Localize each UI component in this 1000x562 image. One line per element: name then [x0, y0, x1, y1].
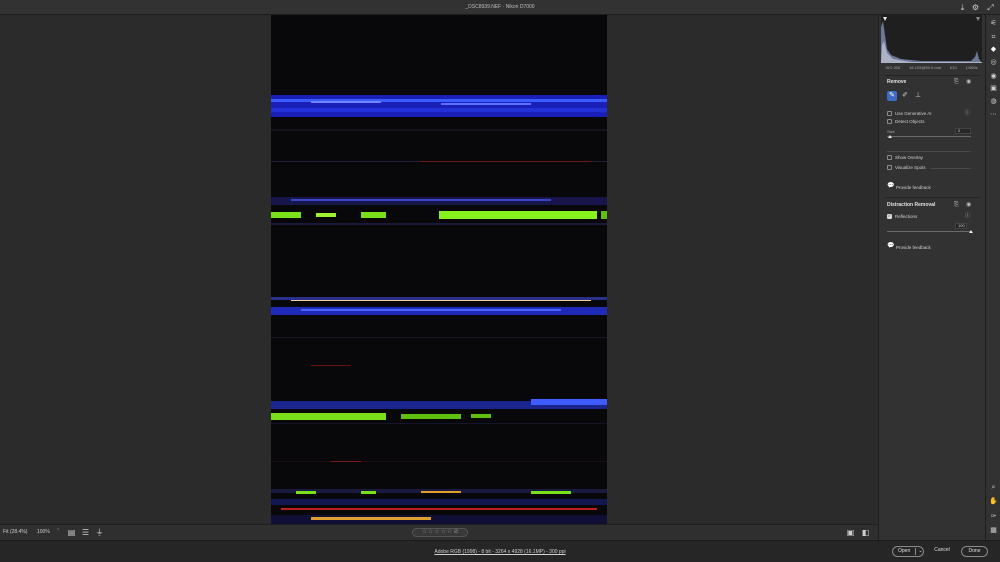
- eye-icon[interactable]: ◉: [966, 79, 971, 85]
- grid-icon[interactable]: ▦: [988, 525, 999, 536]
- masking-icon[interactable]: ◎: [988, 57, 999, 68]
- status-bar: Adobe RGB (1998) - 8 bit - 3264 x 4928 (…: [0, 540, 1000, 562]
- provide-feedback-link[interactable]: Provide feedback: [896, 185, 931, 190]
- chevron-down-icon[interactable]: ⌄: [917, 547, 924, 556]
- edit-icon[interactable]: ⚟: [988, 18, 999, 29]
- divider: [887, 151, 971, 152]
- shutter-value: 1/400s: [965, 65, 978, 70]
- open-button[interactable]: Open ⌄: [892, 546, 924, 557]
- aperture-value: f/10: [949, 65, 957, 70]
- remove-icon[interactable]: ◆: [988, 44, 999, 55]
- reset-icon[interactable]: ⎘: [954, 79, 959, 85]
- crop-icon[interactable]: ⌗: [988, 32, 999, 43]
- provide-feedback-link[interactable]: Provide feedback: [896, 245, 931, 250]
- workflow-options-link[interactable]: Adobe RGB (1998) - 8 bit - 3264 x 4928 (…: [0, 549, 1000, 555]
- tool-strip: ⚟ ⌗ ◆ ◎ ◉ ▣ ◍ ⋯ ⌕ ✋ ✑ ▦: [985, 15, 1000, 540]
- red-eye-icon[interactable]: ◉: [988, 71, 999, 82]
- compare-icon[interactable]: ◧: [861, 528, 870, 537]
- photo-image: [271, 15, 607, 524]
- divider: [915, 548, 916, 555]
- iso-value: ISO 200: [885, 65, 901, 70]
- histogram-graph: [881, 17, 982, 63]
- adjustments-panel: ISO 200 18-105@50.0 mm f/10 1/400s Remov…: [878, 15, 985, 540]
- divider: [885, 197, 981, 198]
- feedback-icon[interactable]: 💬: [887, 243, 894, 249]
- delete-flag-icon[interactable]: ⊘: [453, 529, 458, 536]
- title-bar: _DSC8939.NEF · Nikon D7000 ⤓ ⚙ ⤢: [0, 0, 1000, 15]
- heal-brush-tool[interactable]: ✐: [900, 91, 910, 101]
- info-icon[interactable]: ⓘ: [965, 111, 970, 116]
- reflections-slider-track[interactable]: [887, 231, 971, 232]
- size-value-input[interactable]: 0: [955, 128, 971, 134]
- open-label: Open: [898, 548, 911, 554]
- visualize-spots-label: Visualize Spots: [895, 165, 926, 170]
- image-canvas[interactable]: [0, 15, 878, 524]
- bottom-toolbar: Fit (28.4%) 100% ⌃ ▤ ☰ ⏚ ☆ ☆ ☆ ☆ ☆ ⊘ ▣ ◧: [0, 524, 878, 540]
- detect-objects-label: Detect Objects: [895, 119, 925, 124]
- star-icon[interactable]: ☆: [434, 529, 439, 536]
- zoom-fit-button[interactable]: Fit (28.4%): [3, 529, 27, 535]
- use-generative-ai-checkbox[interactable]: [887, 111, 892, 116]
- expand-icon[interactable]: ⤢: [986, 3, 995, 12]
- histogram: [881, 15, 982, 63]
- size-label: Size: [887, 129, 895, 134]
- sort-icon[interactable]: ☰: [81, 528, 90, 537]
- star-icon[interactable]: ☆: [447, 529, 452, 536]
- info-icon[interactable]: ⓘ: [965, 214, 970, 219]
- lens-value: 18-105@50.0 mm: [909, 65, 942, 70]
- reflections-slider-thumb[interactable]: [969, 230, 973, 233]
- photo-preview[interactable]: [271, 15, 607, 524]
- presets-icon[interactable]: ▣: [988, 83, 999, 94]
- window-title: _DSC8939.NEF · Nikon D7000: [465, 4, 535, 10]
- gear-icon[interactable]: ⚙: [971, 3, 980, 12]
- filmstrip-icon[interactable]: ▤: [67, 528, 76, 537]
- cancel-button[interactable]: Cancel: [931, 546, 953, 557]
- star-icon[interactable]: ☆: [428, 529, 433, 536]
- star-icon[interactable]: ☆: [441, 529, 446, 536]
- done-button[interactable]: Done: [961, 546, 988, 557]
- feedback-icon[interactable]: 💬: [887, 183, 894, 189]
- camera-metadata: ISO 200 18-105@50.0 mm f/10 1/400s: [881, 65, 982, 70]
- zoom-dropdown-icon[interactable]: ⌃: [56, 528, 60, 534]
- remove-brush-tool[interactable]: ✎: [887, 91, 897, 101]
- clone-stamp-tool[interactable]: ⊥: [913, 91, 923, 101]
- before-after-icon[interactable]: ▣: [846, 528, 855, 537]
- zoom-100-button[interactable]: 100%: [37, 529, 50, 535]
- distraction-removal-header[interactable]: Distraction Removal: [887, 202, 935, 208]
- remove-header[interactable]: Remove: [887, 79, 906, 85]
- divider: [885, 75, 981, 76]
- size-slider-track[interactable]: [887, 136, 971, 137]
- more-options-icon[interactable]: ⋯: [988, 109, 999, 120]
- use-generative-ai-label: Use Generative AI: [895, 111, 932, 116]
- save-icon[interactable]: ⤓: [958, 3, 967, 12]
- color-sampler-icon[interactable]: ✑: [988, 511, 999, 522]
- zoom-icon[interactable]: ⌕: [988, 482, 999, 493]
- reset-icon[interactable]: ⎘: [954, 202, 959, 208]
- more-icon[interactable]: ◍: [988, 96, 999, 107]
- visualize-spots-checkbox[interactable]: [887, 165, 892, 170]
- eye-icon[interactable]: ◉: [966, 202, 971, 208]
- show-overlay-label: Show Overlay: [895, 155, 924, 160]
- show-overlay-checkbox[interactable]: [887, 155, 892, 160]
- hand-icon[interactable]: ✋: [988, 496, 999, 507]
- visualize-spots-slider[interactable]: [931, 168, 971, 169]
- star-rating[interactable]: ☆ ☆ ☆ ☆ ☆ ⊘: [412, 528, 468, 537]
- size-slider-thumb[interactable]: [888, 135, 892, 138]
- reflections-checkbox[interactable]: [887, 213, 892, 219]
- reflections-label: Reflections: [895, 214, 918, 219]
- reflections-value-input[interactable]: 100: [955, 223, 967, 229]
- filter-icon[interactable]: ⏚: [95, 528, 104, 537]
- detect-objects-checkbox[interactable]: [887, 119, 892, 124]
- star-icon[interactable]: ☆: [422, 529, 427, 536]
